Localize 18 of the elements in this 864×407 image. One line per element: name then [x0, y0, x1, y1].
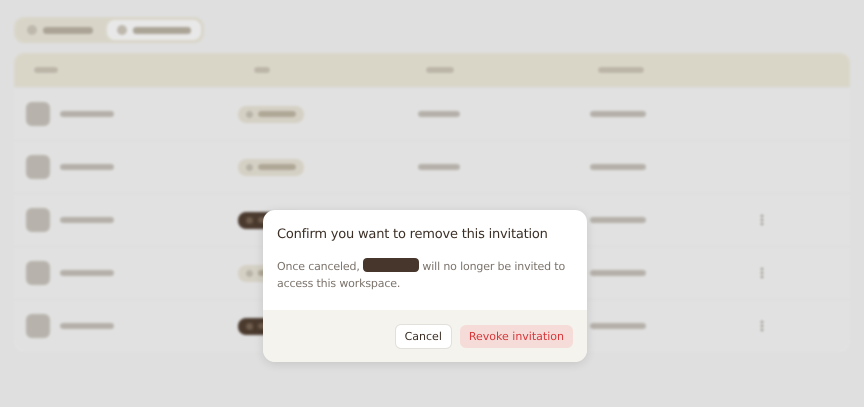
blurred-header — [34, 67, 58, 73]
redaction-mark — [363, 258, 420, 272]
avatar-icon — [26, 314, 50, 338]
blurred-header — [426, 67, 454, 73]
more-icon[interactable] — [760, 320, 764, 332]
cancel-button[interactable]: Cancel — [394, 324, 452, 348]
avatar-icon — [26, 261, 50, 285]
dialog-message: Once canceled, will no longer be invited to access this workspace. — [277, 258, 566, 292]
revoke-button[interactable]: Revoke invitation — [460, 324, 573, 348]
blurred-header — [254, 67, 270, 73]
avatar-icon — [26, 208, 50, 232]
blurred-header — [598, 67, 644, 73]
tab[interactable] — [107, 20, 201, 40]
more-icon[interactable] — [760, 267, 764, 279]
dialog-title: Confirm you want to remove this invitation — [277, 227, 549, 242]
more-icon[interactable] — [760, 214, 764, 226]
avatar-icon — [26, 102, 50, 126]
avatar-icon — [26, 155, 50, 179]
